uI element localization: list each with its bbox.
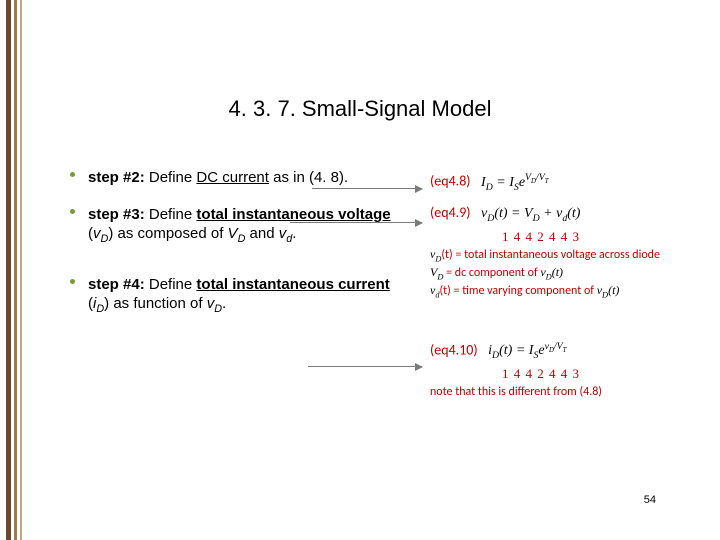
bullet-lead: step #3: [88, 206, 145, 223]
eq-math: vD(t) = VD + vd(t) [481, 206, 580, 221]
arrow-icon [290, 222, 422, 223]
equation-4-8: (eq4.8) ID = ISeVD/VT [430, 172, 710, 194]
bullet-text: Define [145, 276, 197, 293]
bullet-step-3: step #3: Define total instantaneous volt… [88, 205, 398, 247]
page-number: 54 [644, 494, 656, 506]
bullet-dot-icon [70, 209, 75, 214]
var-sub: D [214, 303, 222, 315]
slide: 4. 3. 7. Small-Signal Model step #2: Def… [0, 0, 720, 540]
bullet-step-2: step #2: Define DC current as in (4. 8). [88, 168, 398, 187]
bullet-text: and [245, 225, 278, 242]
equation-4-9: (eq4.9) vD(t) = VD + vd(t) 1 4 4 2 4 4 3… [430, 204, 710, 301]
bullet-text: Define [145, 169, 197, 186]
arrow-icon [308, 366, 422, 367]
bullet-dot-icon [70, 279, 75, 284]
bullet-text: ) as composed of [108, 225, 227, 242]
bullet-lead: step #4: [88, 276, 145, 293]
decor-stroke-2 [14, 0, 17, 540]
bullet-text: . [222, 295, 226, 312]
decor-stroke-3 [20, 0, 22, 540]
var: V [228, 225, 238, 242]
eq-math: iD(t) = ISevD/VT [488, 343, 566, 358]
bullet-underline: total instantaneous current [196, 276, 389, 293]
bullet-lead: step #2: [88, 169, 145, 186]
equations-block: (eq4.8) ID = ISeVD/VT (eq4.9) vD(t) = VD… [430, 172, 710, 410]
underbrace: 1 4 4 2 4 4 3 [430, 366, 710, 382]
bullet-text: ) as function of [104, 295, 207, 312]
eq-note: note that this is different from (4.8) [430, 385, 710, 400]
eq-label: (eq4.8) [430, 173, 471, 190]
var: v [93, 225, 101, 242]
slide-title: 4. 3. 7. Small-Signal Model [0, 96, 720, 122]
bullet-text: . [292, 225, 296, 242]
underbrace: 1 4 4 2 4 4 3 [430, 229, 710, 245]
bullet-underline: DC current [196, 169, 269, 186]
bullet-text: Define [145, 206, 197, 223]
var-sub: D [96, 303, 104, 315]
bullet-underline: total instantaneous voltage [196, 206, 390, 223]
arrow-icon [312, 188, 422, 189]
bullet-step-4: step #4: Define total instantaneous curr… [88, 275, 398, 317]
decor-stroke-1 [6, 0, 11, 540]
equation-4-10: (eq4.10) iD(t) = ISevD/VT 1 4 4 2 4 4 3 … [430, 341, 710, 400]
bullet-text: as in (4. 8). [269, 169, 348, 186]
eq-note: vD(t) = total instantaneous voltage acro… [430, 247, 710, 301]
bullet-list: step #2: Define DC current as in (4. 8).… [88, 168, 398, 335]
eq-math: ID = ISeVD/VT [481, 175, 549, 190]
eq-label: (eq4.10) [430, 341, 478, 358]
eq-label: (eq4.9) [430, 204, 471, 221]
bullet-dot-icon [70, 172, 75, 177]
